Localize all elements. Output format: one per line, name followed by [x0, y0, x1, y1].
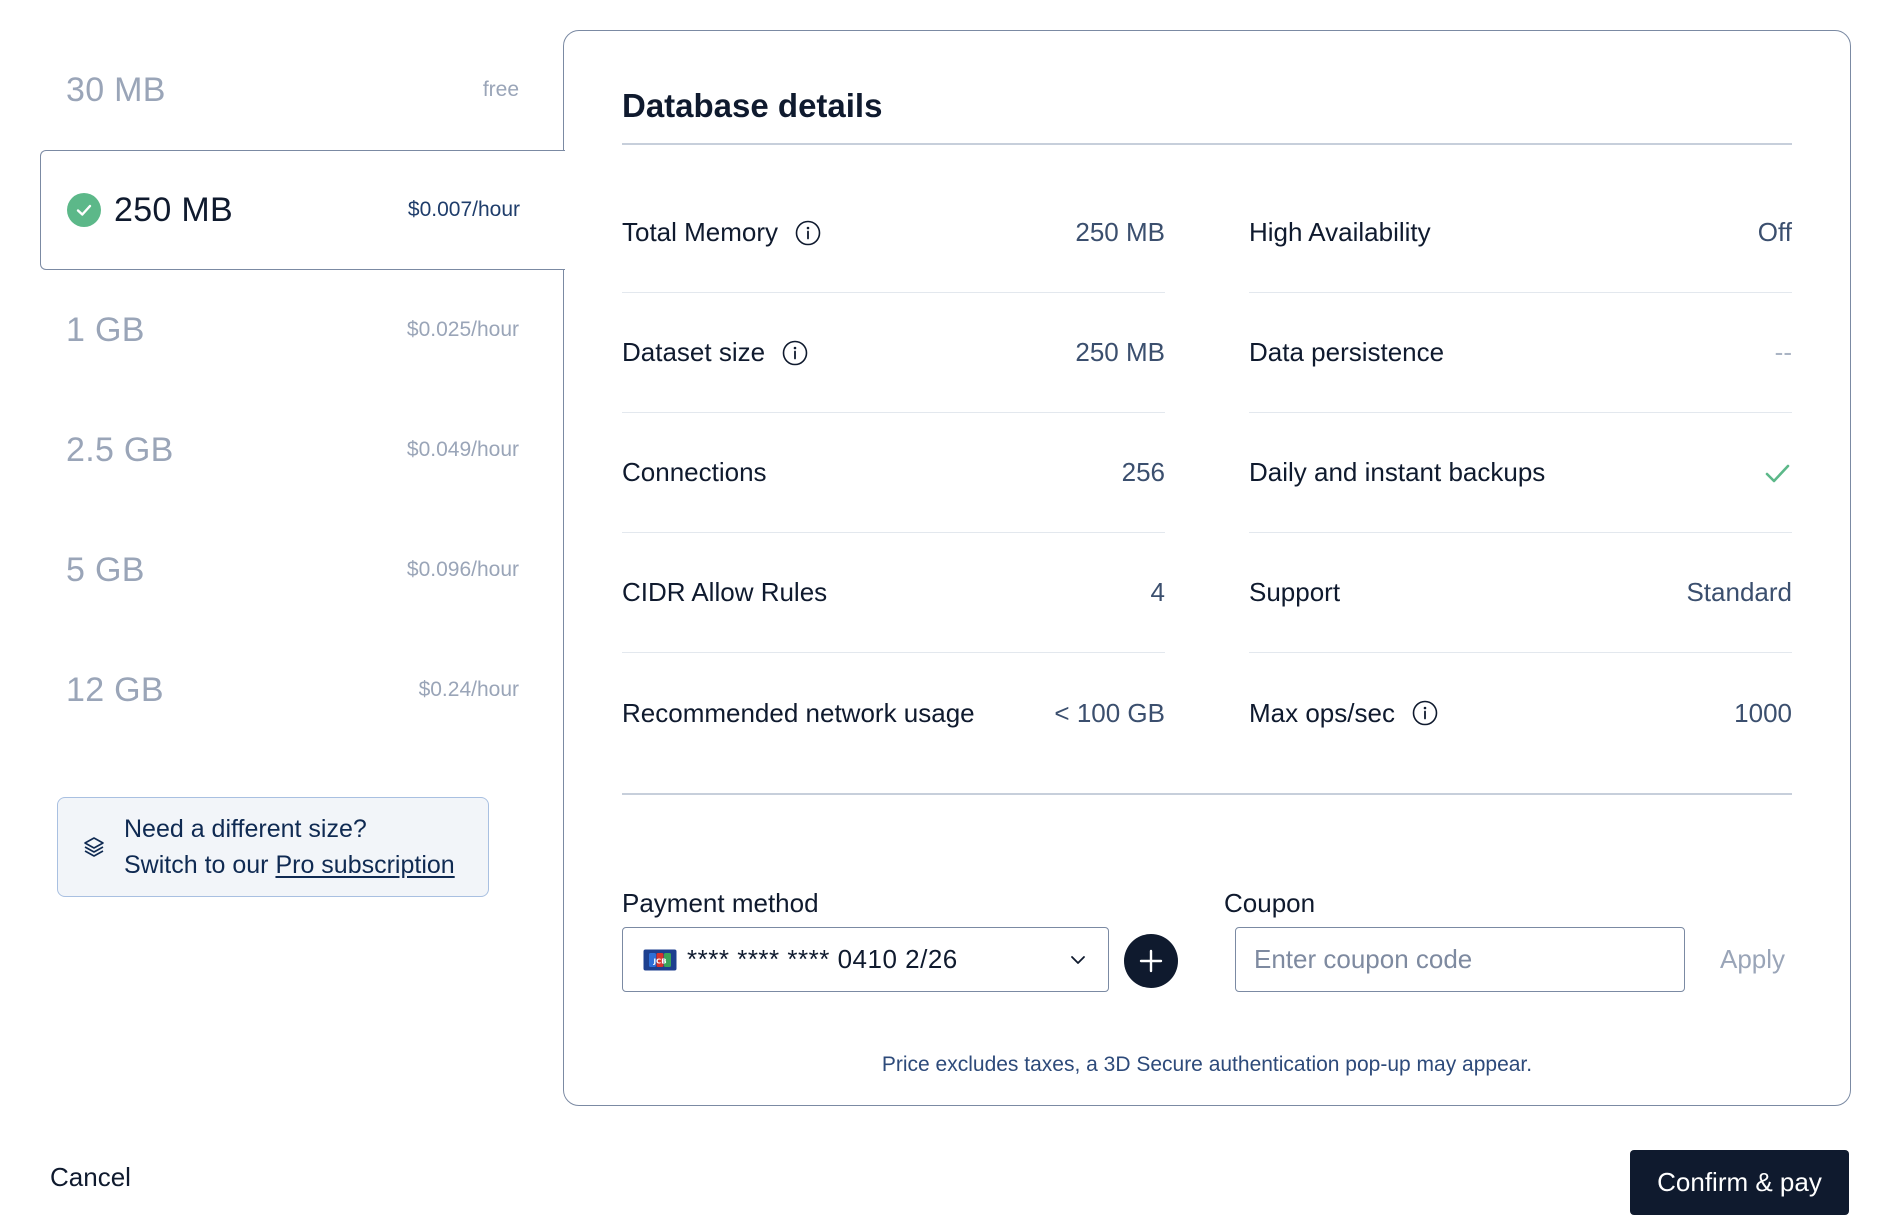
coupon-input[interactable] — [1235, 927, 1685, 992]
svg-text:JCB: JCB — [652, 957, 666, 965]
add-payment-method-button[interactable] — [1124, 934, 1178, 988]
spec-label-group: Dataset size — [622, 337, 809, 368]
spec-label: Dataset size — [622, 337, 766, 367]
spec-value: 250 MB — [1075, 217, 1165, 247]
spec-value: Off — [1757, 217, 1792, 247]
spec-total-memory: Total Memory 250 MB — [622, 173, 1165, 293]
pro-subscription-banner: Need a different size? Switch to our Pro… — [57, 797, 489, 897]
pro-banner-prefix: Switch to our — [124, 851, 276, 879]
spec-value: 256 — [1121, 457, 1165, 487]
spec-max-ops: Max ops/sec 1000 — [1249, 653, 1792, 773]
plan-option-1gb[interactable]: 1 GB $0.025/hour — [40, 270, 564, 390]
spec-value: 1000 — [1734, 697, 1792, 728]
plan-price: $0.049/hour — [406, 438, 519, 461]
spec-label: CIDR Allow Rules — [622, 577, 828, 607]
plan-size: 30 MB — [66, 70, 166, 109]
spec-label: High Availability — [1249, 217, 1431, 247]
spec-value: < 100 GB — [1054, 697, 1165, 728]
spec-label: Support — [1249, 577, 1341, 607]
plan-size: 2.5 GB — [66, 430, 174, 469]
apply-coupon-button[interactable]: Apply — [1710, 927, 1795, 992]
spec-label: Daily and instant backups — [1249, 457, 1546, 487]
plan-price: free — [482, 78, 519, 101]
spec-label: Total Memory — [622, 217, 779, 247]
plan-size-group: 250 MB — [67, 191, 233, 230]
spec-support: Support Standard — [1249, 533, 1792, 653]
spec-label-group: Total Memory — [622, 217, 822, 248]
plan-size: 1 GB — [66, 310, 145, 349]
spec-label: Connections — [622, 457, 767, 487]
card-title: Database details — [622, 87, 883, 124]
plan-option-30mb[interactable]: 30 MB free — [40, 30, 564, 150]
plan-size: 250 MB — [114, 190, 233, 229]
spec-label-group: Max ops/sec — [1249, 698, 1439, 729]
spec-value: 4 — [1150, 577, 1165, 607]
pro-banner-line1: Need a different size? — [124, 815, 367, 843]
plan-price: $0.007/hour — [407, 198, 520, 221]
plus-icon — [1138, 948, 1164, 974]
spec-label: Recommended network usage — [622, 697, 975, 728]
divider — [622, 143, 1792, 145]
spec-connections: Connections 256 — [622, 413, 1165, 533]
chevron-down-icon — [1068, 950, 1088, 970]
spec-cidr-allow-rules: CIDR Allow Rules 4 — [622, 533, 1165, 653]
check-icon — [1762, 458, 1792, 488]
spec-dataset-size: Dataset size 250 MB — [622, 293, 1165, 413]
plan-option-250mb[interactable]: 250 MB $0.007/hour — [40, 150, 565, 270]
info-icon[interactable] — [781, 339, 809, 367]
plan-option-2-5gb[interactable]: 2.5 GB $0.049/hour — [40, 390, 564, 510]
layers-icon — [82, 835, 106, 859]
coupon-label: Coupon — [1224, 888, 1316, 918]
card-masked-number: **** **** **** 0410 2/26 — [687, 944, 958, 974]
plan-size: 12 GB — [66, 670, 164, 709]
pro-banner-line2: Switch to our Pro subscription — [124, 847, 455, 883]
spec-data-persistence: Data persistence -- — [1249, 293, 1792, 413]
payment-method-label: Payment method — [622, 888, 819, 918]
spec-grid: Total Memory 250 MB High Availability Of… — [622, 173, 1792, 773]
price-disclaimer: Price excludes taxes, a 3D Secure authen… — [881, 1053, 1533, 1076]
pro-banner-text: Need a different size? Switch to our Pro… — [124, 811, 455, 883]
divider — [622, 793, 1792, 795]
payment-method-select[interactable]: JCB **** **** **** 0410 2/26 — [622, 927, 1109, 992]
spec-backups: Daily and instant backups — [1249, 413, 1792, 533]
confirm-and-pay-button[interactable]: Confirm & pay — [1630, 1150, 1849, 1215]
spec-value: 250 MB — [1075, 337, 1165, 367]
selected-check-icon — [67, 193, 101, 227]
plan-size: 5 GB — [66, 550, 145, 589]
info-icon[interactable] — [794, 219, 822, 247]
plan-price: $0.096/hour — [406, 558, 519, 581]
spec-value: -- — [1774, 337, 1792, 367]
spec-value: Standard — [1686, 577, 1792, 607]
plan-size-list: 30 MB free 250 MB $0.007/hour 1 GB $0.02… — [40, 30, 565, 750]
plan-price: $0.025/hour — [406, 318, 519, 341]
jcb-card-icon: JCB — [643, 949, 677, 971]
spec-network-usage: Recommended network usage < 100 GB — [622, 653, 1165, 773]
pro-subscription-link[interactable]: Pro subscription — [275, 851, 454, 879]
plan-price: $0.24/hour — [418, 678, 519, 701]
cancel-button[interactable]: Cancel — [50, 1162, 131, 1193]
spec-high-availability: High Availability Off — [1249, 173, 1792, 293]
info-icon[interactable] — [1411, 699, 1439, 727]
spec-label: Max ops/sec — [1249, 697, 1395, 728]
plan-option-5gb[interactable]: 5 GB $0.096/hour — [40, 510, 564, 630]
plan-option-12gb[interactable]: 12 GB $0.24/hour — [40, 630, 564, 750]
database-details-card: Database details Total Memory 250 MB Hig… — [563, 30, 1851, 1106]
spec-label: Data persistence — [1249, 337, 1445, 367]
